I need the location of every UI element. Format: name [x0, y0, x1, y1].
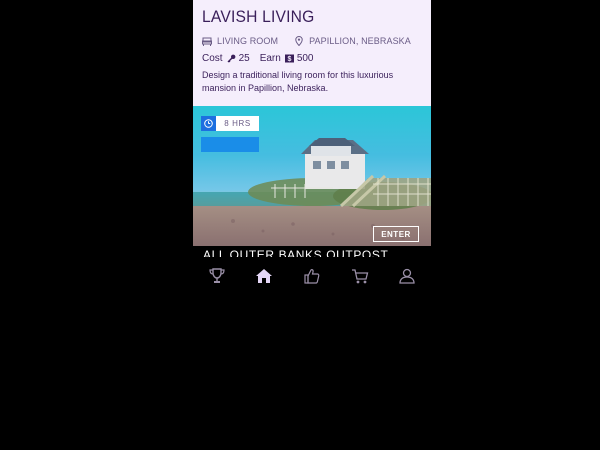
cost-value: 25	[238, 53, 250, 64]
card-title: LAVISH LIVING	[202, 7, 315, 26]
sofa-icon	[202, 36, 212, 46]
profile-icon	[399, 268, 415, 284]
key-icon	[227, 54, 236, 63]
cash-icon: $	[284, 54, 294, 63]
challenge-card-info[interactable]: LAVISH LIVING LIVING ROOM PAPILLION, NEB…	[193, 0, 431, 106]
duration-label: 8 HRS	[224, 119, 251, 128]
thumbs-up-icon	[304, 269, 320, 284]
bottom-nav	[193, 262, 431, 290]
card-meta-row: LIVING ROOM PAPILLION, NEBRASKA	[202, 34, 427, 48]
enter-button[interactable]: ENTER	[373, 226, 419, 242]
nav-home[interactable]	[252, 264, 276, 288]
app-screen: LAVISH LIVING LIVING ROOM PAPILLION, NEB…	[193, 0, 431, 290]
nav-profile[interactable]	[395, 264, 419, 288]
card-stats-row: Cost 25 Earn $ 500	[202, 53, 324, 64]
nav-likes[interactable]	[300, 264, 324, 288]
location-pin-icon	[294, 36, 304, 46]
card-image[interactable]: 8 HRS ENTER	[193, 106, 431, 246]
progress-bar	[201, 137, 259, 152]
earn-value: 500	[296, 53, 314, 64]
trophy-icon	[209, 268, 225, 283]
room-type-label: LIVING ROOM	[217, 36, 279, 46]
next-card-title[interactable]: ALL OUTER BANKS OUTPOST	[203, 249, 388, 257]
location-label: PAPILLION, NEBRASKA	[309, 36, 411, 46]
card-description: Design a traditional living room for thi…	[202, 70, 394, 93]
nav-shop[interactable]	[348, 264, 372, 288]
home-icon	[256, 269, 273, 283]
svg-text:$: $	[287, 56, 291, 63]
clock-icon	[201, 116, 216, 131]
duration-badge: 8 HRS	[201, 116, 259, 131]
cart-icon	[351, 269, 368, 284]
cost-label: Cost	[202, 53, 223, 64]
earn-label: Earn	[259, 53, 281, 64]
nav-trophy[interactable]	[205, 264, 229, 288]
